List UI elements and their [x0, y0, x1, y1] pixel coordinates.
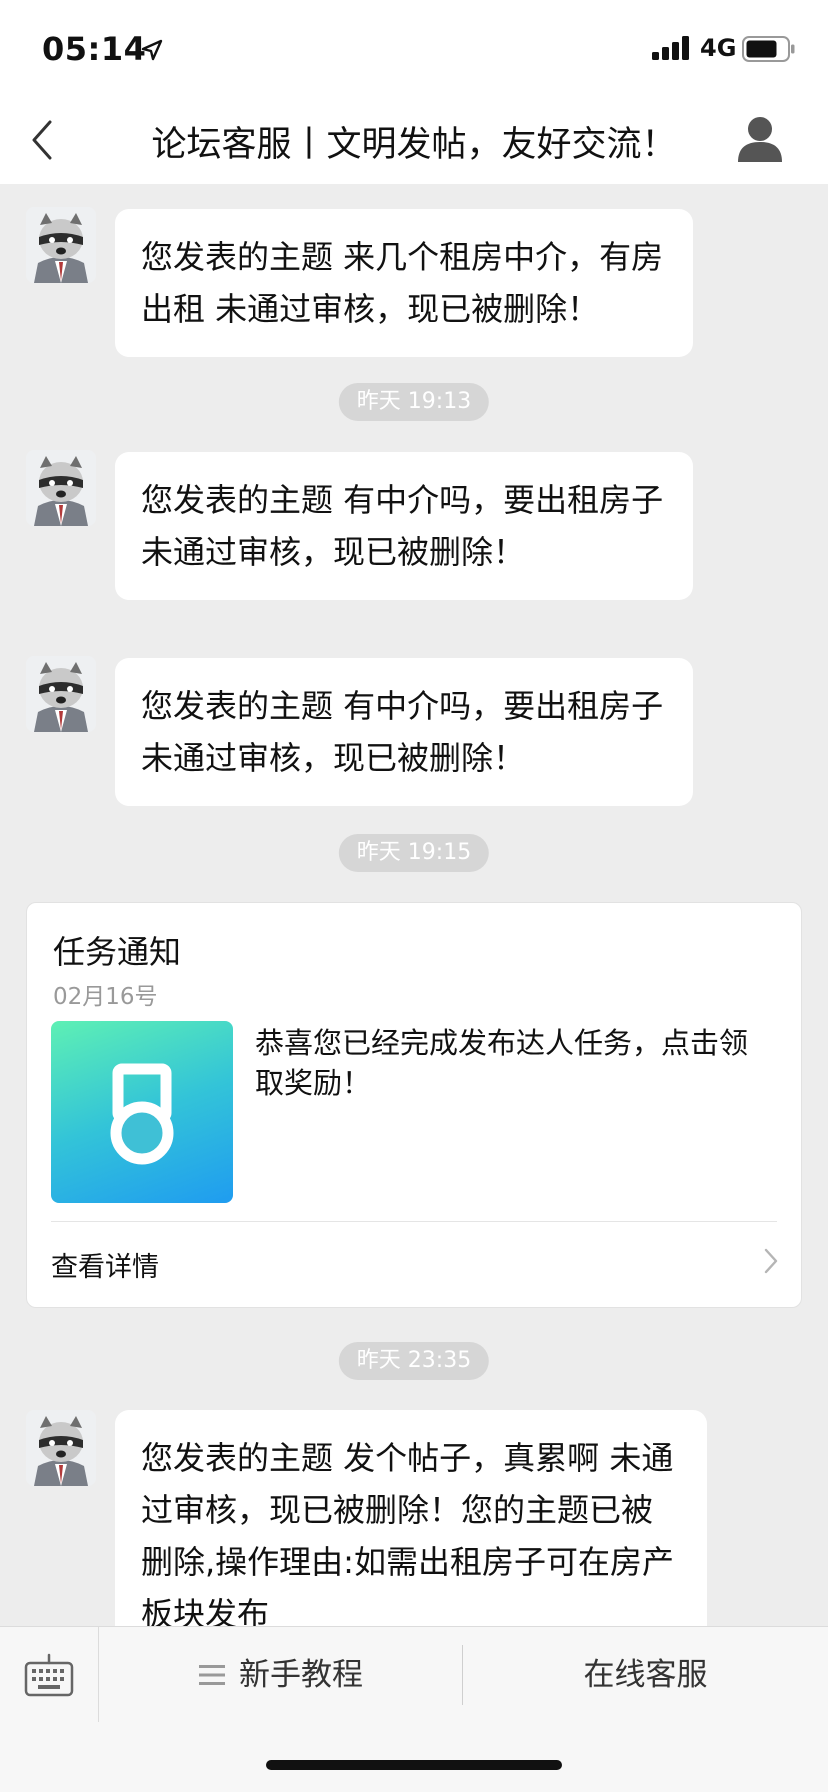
- battery-icon: [742, 36, 795, 62]
- card-description: 恭喜您已经完成发布达人任务，点击领取奖励！: [255, 1026, 749, 1100]
- page-title: 论坛客服丨文明发帖，友好交流！: [151, 125, 677, 165]
- card-title: 任务通知: [53, 933, 182, 971]
- bottom-menu-bar: 新手教程 在线客服: [0, 1626, 828, 1723]
- status-time: 05:14: [42, 30, 147, 68]
- signal-icon: [652, 36, 689, 60]
- avatar[interactable]: [26, 207, 96, 283]
- raccoon-avatar-image: [26, 207, 96, 283]
- timestamp: 昨天 19:15: [338, 834, 490, 872]
- task-notification-card[interactable]: 任务通知 02月16号 恭喜您已经完成发布达人任务，点击领取奖励！ 查看详情: [26, 902, 802, 1308]
- medal-image: [51, 1021, 233, 1203]
- home-area: [0, 1722, 828, 1792]
- menu-online-service[interactable]: 在线客服: [463, 1627, 828, 1723]
- back-icon[interactable]: [28, 118, 58, 162]
- raccoon-avatar-image: [26, 1410, 96, 1486]
- message-bubble[interactable]: 您发表的主题 有中介吗，要出租房子 未通过审核，现已被删除！: [115, 452, 693, 600]
- home-indicator[interactable]: [266, 1760, 562, 1770]
- raccoon-avatar-image: [26, 450, 96, 526]
- timestamp: 昨天 19:13: [338, 383, 490, 421]
- message-bubble[interactable]: 您发表的主题 发个帖子，真累啊 未通过审核，现已被删除！您的主题已被删除,操作理…: [115, 1410, 707, 1650]
- card-divider: [51, 1221, 777, 1222]
- menu-newbie-guide[interactable]: 新手教程: [100, 1627, 462, 1723]
- network-type: 4G: [700, 34, 737, 62]
- location-arrow-icon: [141, 39, 163, 61]
- menu-service-label: 在线客服: [583, 1657, 708, 1693]
- chevron-right-icon: [764, 1248, 778, 1274]
- timestamp: 昨天 23:35: [338, 1342, 490, 1380]
- menu-guide-label: 新手教程: [239, 1657, 363, 1693]
- avatar[interactable]: [26, 450, 96, 526]
- avatar[interactable]: [26, 1410, 96, 1486]
- keyboard-toggle-button[interactable]: [0, 1627, 99, 1723]
- avatar[interactable]: [26, 656, 96, 732]
- status-bar: 05:14 4G: [0, 0, 828, 96]
- view-details-link[interactable]: 查看详情: [51, 1245, 159, 1284]
- nav-bar: 论坛客服丨文明发帖，友好交流！: [0, 96, 828, 184]
- medal-icon: [110, 1063, 174, 1165]
- menu-icon: [199, 1665, 225, 1685]
- card-date: 02月16号: [53, 984, 158, 1010]
- raccoon-avatar-image: [26, 656, 96, 732]
- message-bubble[interactable]: 您发表的主题 来几个租房中介，有房出租 未通过审核，现已被删除！: [115, 209, 693, 357]
- keyboard-icon: [24, 1653, 74, 1697]
- user-icon[interactable]: [736, 114, 784, 164]
- message-bubble[interactable]: 您发表的主题 有中介吗，要出租房子 未通过审核，现已被删除！: [115, 658, 693, 806]
